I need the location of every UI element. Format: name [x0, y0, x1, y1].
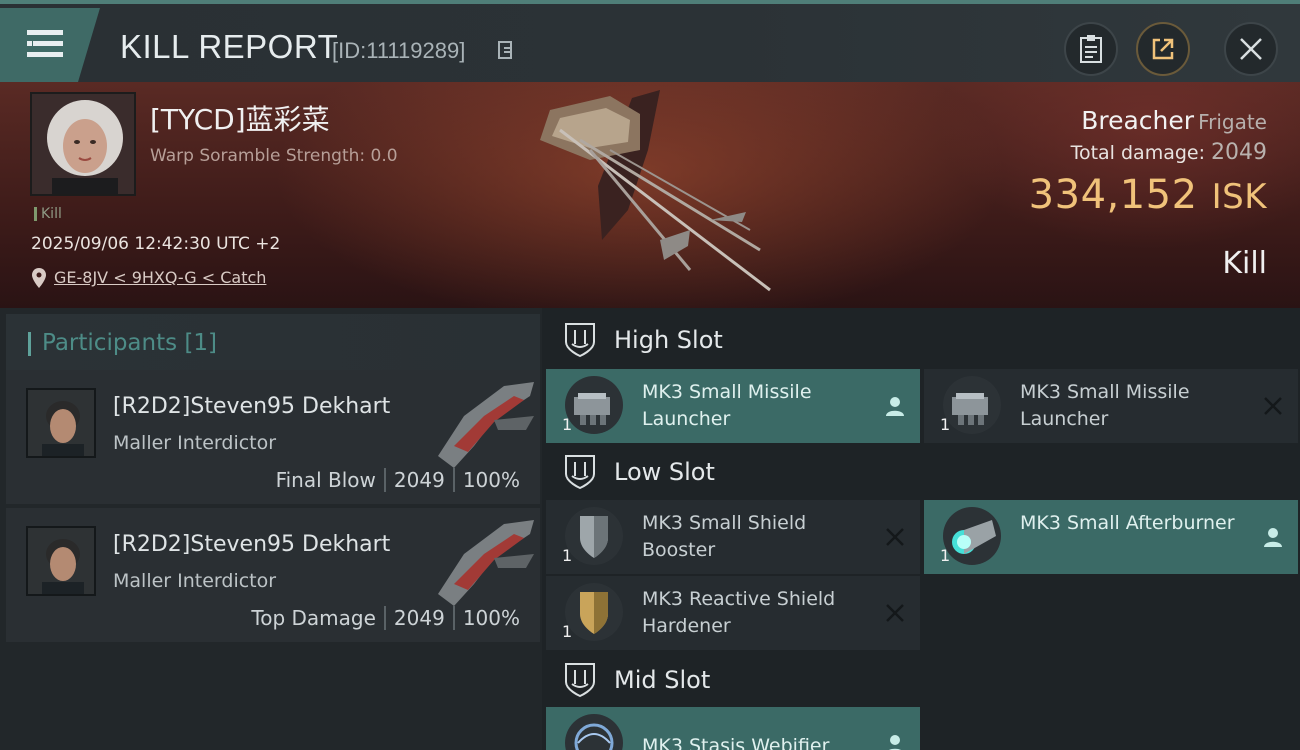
module-quantity: 1	[940, 546, 951, 565]
isk-amount: 334,152	[1028, 172, 1198, 218]
participant-damage: 2049	[393, 606, 445, 630]
participant-portrait-image	[28, 528, 94, 594]
low-slot-header: Low Slot	[542, 442, 1300, 502]
participant-ship-image	[438, 520, 534, 606]
victim-avatar[interactable]	[30, 92, 136, 196]
close-button[interactable]	[1224, 22, 1278, 76]
destroyed-x-icon	[1264, 397, 1282, 415]
report-id: [ID:11119289]	[332, 38, 466, 63]
module-item[interactable]: 1 MK3 Reactive Shield Hardener	[546, 576, 920, 650]
participant-row[interactable]: [R2D2]Steven95 Dekhart Maller Interdicto…	[6, 370, 540, 504]
participant-ship: Maller Interdictor	[113, 570, 277, 592]
participant-stats: Final Blow 2049 100%	[268, 468, 528, 492]
menu-button[interactable]	[0, 8, 100, 82]
victim-banner: [TYCD]蓝彩菜 Warp Soramble Strength: 0.0 Ki…	[0, 82, 1300, 308]
module-item[interactable]: 1 MK3 Small Shield Booster	[546, 500, 920, 574]
total-damage-value: 2049	[1211, 140, 1267, 165]
participant-damage: 2049	[393, 468, 445, 492]
victim-portrait-image	[32, 94, 134, 194]
fitting-panel: High Slot 1 MK3 Small Missile Launcher 1…	[542, 308, 1300, 750]
shield-hardener-icon	[565, 583, 623, 641]
menu-icon-bar	[33, 41, 63, 46]
high-slot-header: High Slot	[542, 310, 1300, 370]
slot-shield-icon	[565, 663, 595, 698]
destroyed-x-icon	[886, 604, 904, 622]
module-quantity: 1	[562, 622, 573, 641]
module-item[interactable]: 1 MK3 Small Afterburner	[924, 500, 1298, 574]
missile-launcher-icon	[943, 376, 1001, 434]
isk-unit: ISK	[1211, 177, 1267, 217]
menu-icon	[27, 30, 63, 35]
module-name: MK3 Small Afterburner	[1020, 512, 1235, 534]
pilot-icon	[888, 735, 902, 750]
participant-role: Top Damage	[251, 606, 376, 630]
total-damage: Total damage: 2049	[1071, 140, 1267, 165]
victim-name[interactable]: [TYCD]蓝彩菜	[150, 98, 330, 138]
top-bar: KILL REPORT [ID:11119289]	[0, 0, 1300, 82]
afterburner-icon	[943, 507, 1001, 565]
close-icon	[1240, 38, 1262, 60]
total-damage-label: Total damage:	[1070, 142, 1205, 164]
slot-shield-icon	[565, 455, 595, 490]
participant-role: Final Blow	[275, 468, 376, 492]
slot-label: Mid Slot	[614, 666, 711, 694]
menu-icon-bar	[27, 52, 63, 57]
module-item[interactable]: 1 MK3 Small Missile Launcher	[546, 369, 920, 443]
module-quantity: 1	[562, 546, 573, 565]
location-pin-icon	[32, 268, 46, 288]
isk-value: 334,152 ISK	[1029, 172, 1267, 218]
victim-ship-name: Breacher	[1081, 106, 1195, 135]
participant-portrait-image	[28, 390, 94, 456]
share-icon	[1152, 38, 1174, 60]
kill-tag: Kill	[34, 207, 62, 221]
clipboard-button[interactable]	[1064, 22, 1118, 76]
participants-title: Participants [1]	[42, 330, 217, 356]
slot-label: Low Slot	[614, 458, 715, 486]
location-link[interactable]: GE-8JV < 9HXQ-G < Catch	[54, 268, 266, 287]
module-item[interactable]: 1 MK3 Small Missile Launcher	[924, 369, 1298, 443]
victim-ship-class: Frigate	[1198, 110, 1267, 134]
pilot-icon	[1264, 528, 1282, 547]
module-name: MK3 Small Missile Launcher	[642, 381, 812, 430]
participant-name[interactable]: [R2D2]Steven95 Dekhart	[113, 394, 390, 419]
missile-launcher-icon	[565, 376, 623, 434]
module-item[interactable]: MK3 Stasis Webifier	[546, 707, 920, 750]
warp-scramble-strength: Warp Soramble Strength: 0.0	[150, 146, 398, 166]
module-quantity: 1	[940, 415, 951, 434]
module-name: MK3 Small Shield Booster	[642, 512, 807, 561]
participant-percent: 100%	[462, 468, 520, 492]
mid-slot-header: Mid Slot	[542, 650, 1300, 710]
menu-icon-dot	[27, 41, 32, 46]
participant-percent: 100%	[462, 606, 520, 630]
copy-id-icon[interactable]	[498, 41, 512, 59]
participant-ship: Maller Interdictor	[113, 432, 277, 454]
participant-name[interactable]: [R2D2]Steven95 Dekhart	[113, 532, 390, 557]
module-name: MK3 Small Missile Launcher	[1020, 381, 1190, 430]
victim-ship-image	[540, 90, 771, 292]
kill-datetime: 2025/09/06 12:42:30 UTC +2	[31, 234, 281, 254]
participant-row[interactable]: [R2D2]Steven95 Dekhart Maller Interdicto…	[6, 508, 540, 642]
share-button[interactable]	[1136, 22, 1190, 76]
victim-ship[interactable]: Breacher Frigate	[1081, 106, 1267, 135]
slot-label: High Slot	[614, 326, 723, 354]
participants-header: Participants [1]	[6, 314, 540, 372]
module-quantity: 1	[562, 415, 573, 434]
slot-shield-icon	[565, 323, 595, 358]
module-name: MK3 Stasis Webifier	[642, 735, 830, 750]
participant-ship-image	[438, 382, 534, 468]
header-accent	[28, 332, 31, 356]
participants-panel: Participants [1] [R2D2]Steven95 Dekhart …	[0, 308, 542, 750]
participant-stats: Top Damage 2049 100%	[243, 606, 528, 630]
participant-avatar[interactable]	[26, 388, 96, 458]
destroyed-x-icon	[886, 528, 904, 546]
participant-avatar[interactable]	[26, 526, 96, 596]
module-name: MK3 Reactive Shield Hardener	[642, 588, 836, 637]
stasis-webifier-icon	[565, 714, 623, 750]
pilot-icon	[886, 397, 904, 416]
shield-booster-icon	[565, 507, 623, 565]
clipboard-icon	[1080, 35, 1102, 63]
page-title: KILL REPORT	[120, 28, 339, 65]
result-label: Kill	[1222, 246, 1267, 281]
